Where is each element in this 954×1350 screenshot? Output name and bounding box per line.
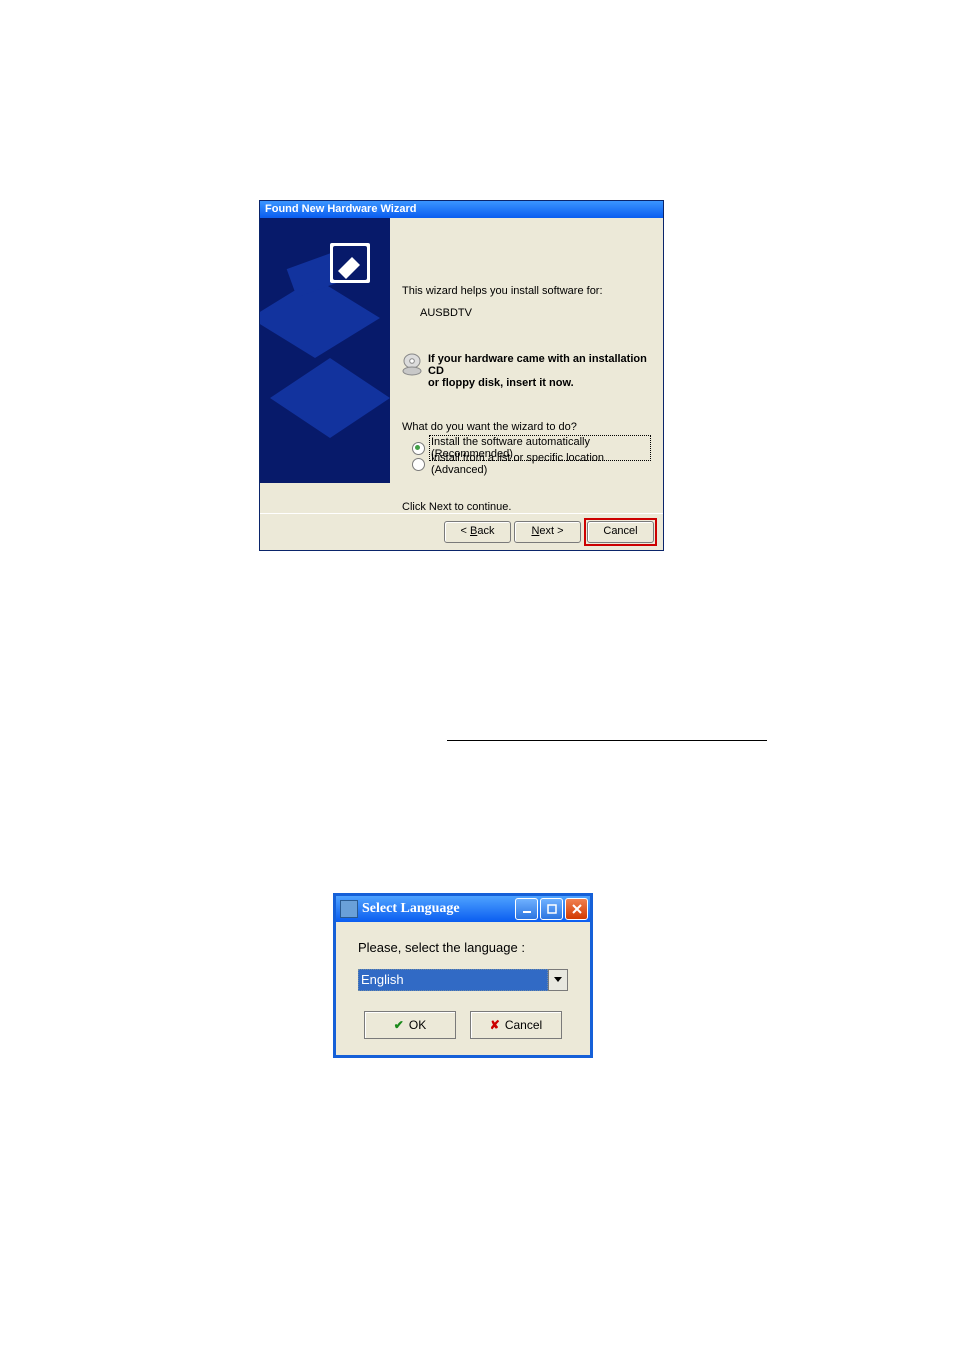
close-button[interactable] — [565, 898, 588, 920]
check-icon: ✔ — [394, 1018, 404, 1032]
language-prompt: Please, select the language : — [358, 940, 568, 955]
ok-label: OK — [409, 1018, 426, 1032]
language-dropdown[interactable]: English — [358, 969, 568, 991]
wizard-titlebar: Found New Hardware Wizard — [260, 201, 663, 218]
next-button[interactable]: Next > — [514, 521, 581, 543]
cd-icon — [402, 353, 422, 377]
radio-install-from-list[interactable]: Install from a list or specific location… — [412, 457, 651, 471]
radio-icon — [412, 442, 425, 455]
language-titlebar: Select Language — [336, 896, 590, 922]
select-language-dialog: Select Language Please, select the langu… — [333, 893, 593, 1058]
back-button[interactable]: < Back — [444, 521, 511, 543]
language-title-text: Select Language — [362, 901, 460, 917]
cd-instruction: If your hardware came with an installati… — [428, 353, 651, 389]
click-next-text: Click Next to continue. — [402, 501, 651, 513]
cancel-label: Cancel — [505, 1018, 542, 1032]
maximize-button[interactable] — [540, 898, 563, 920]
cancel-highlight-box: Cancel — [584, 518, 657, 546]
dropdown-arrow-icon — [548, 969, 568, 991]
radio-icon — [412, 458, 425, 471]
wizard-sidebar-graphic — [260, 218, 390, 483]
wizard-title-text: Found New Hardware Wizard — [265, 203, 416, 215]
wizard-intro-text: This wizard helps you install software f… — [402, 285, 651, 297]
ok-button[interactable]: ✔ OK — [364, 1011, 456, 1039]
hardware-wizard-dialog: Found New Hardware Wizard This w — [259, 200, 664, 551]
cancel-button[interactable]: ✘ Cancel — [470, 1011, 562, 1039]
radio-label: Install from a list or specific location… — [429, 452, 651, 476]
language-selected-value: English — [358, 969, 548, 991]
app-icon — [340, 900, 358, 918]
section-divider — [447, 740, 767, 741]
x-icon: ✘ — [490, 1018, 500, 1032]
device-name: AUSBDTV — [420, 307, 651, 319]
minimize-button[interactable] — [515, 898, 538, 920]
cancel-button[interactable]: Cancel — [587, 521, 654, 543]
wizard-question: What do you want the wizard to do? — [402, 421, 651, 433]
